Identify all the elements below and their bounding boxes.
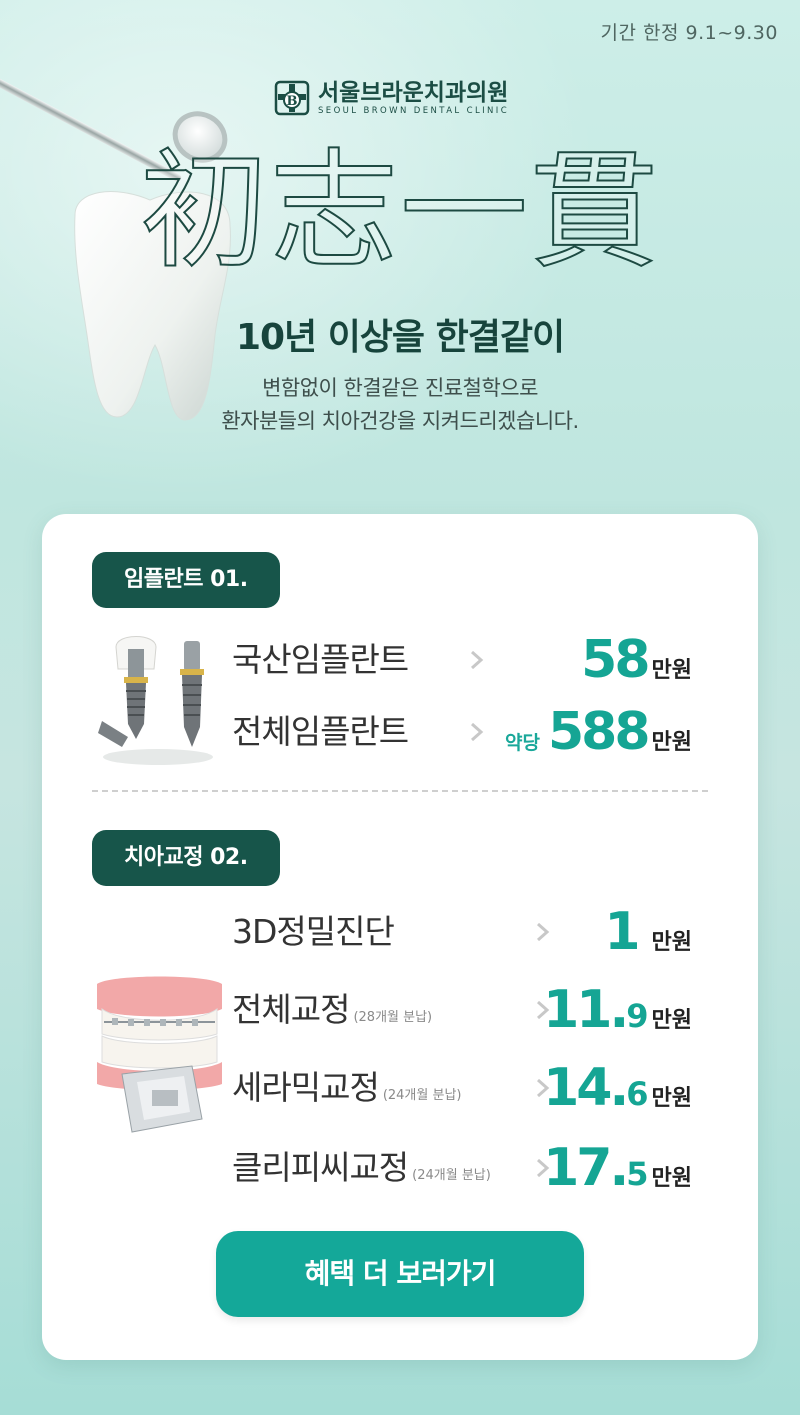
implant-item-name: 전체임플란트 [232,712,409,751]
implant-item-name: 국산임플란트 [232,640,409,679]
clinic-name-english: SEOUL BROWN DENTAL CLINIC [318,106,510,116]
implant-row-full[interactable]: 전체임플란트 약당 588 만원 [42,702,758,762]
implant-price: 약당 588 만원 [505,702,692,762]
description-line-2: 환자분들의 치아건강을 지켜드리겠습니다. [221,409,579,433]
description-line-1: 변함없이 한결같은 진료철학으로 [262,376,538,400]
promo-page: 기간 한정 9.1~9.30 B 서울브라운치과의원 SEOUL BROWN D… [0,0,800,1415]
price-value: 588 [547,702,651,762]
headline: 10년 이상을 한결같이 [235,317,565,358]
ortho-row-ceramic[interactable]: 세라믹교정 (24개월 분납) 14. 6 만원 [42,1058,758,1118]
ortho-price: 14. 6 만원 [543,1058,692,1118]
ortho-item-title: 3D정밀진단 [232,912,395,951]
ortho-row-diagnosis[interactable]: 3D정밀진단 1 만원 [42,902,758,962]
price-unit: 만원 [651,658,692,683]
hanja-title: 初志一貫 [139,136,660,287]
price-card: 임플란트 01. 국산임플란트 58 만원 전체임플란트 약당 588 만원 치… [42,514,758,1360]
price-decimal: 5 [626,1155,648,1193]
price-decimal: 6 [626,1075,648,1113]
ortho-row-full[interactable]: 전체교정 (28개월 분납) 11. 9 만원 [42,980,758,1040]
period-label: 기간 한정 9.1~9.30 [600,22,778,44]
ortho-item-title: 세라믹교정 [232,1068,380,1107]
ortho-item-name: 3D정밀진단 [232,902,395,962]
installment-note: (24개월 분납) [382,1088,462,1103]
implant-badge: 임플란트 01. [92,552,280,608]
chevron-right-icon [471,650,484,670]
ortho-row-clippy[interactable]: 클리피씨교정 (24개월 분납) 17. 5 만원 [42,1138,758,1198]
clinic-name: 서울브라운치과의원 [318,80,509,106]
price-value: 14. [543,1058,629,1118]
price-unit: 만원 [651,930,692,955]
price-value: 17. [543,1138,629,1198]
clinic-logo: B 서울브라운치과의원 SEOUL BROWN DENTAL CLINIC [274,80,509,116]
svg-text:B: B [287,94,298,109]
ortho-item-title: 전체교정 [232,990,350,1029]
ortho-price: 17. 5 만원 [543,1138,692,1198]
price-unit: 만원 [651,730,692,755]
price-value: 11. [543,980,629,1040]
price-unit: 만원 [651,1166,692,1191]
clinic-logo-icon: B [274,80,310,116]
ortho-item-name: 전체교정 (28개월 분납) [232,980,432,1048]
description: 변함없이 한결같은 진료철학으로 환자분들의 치아건강을 지켜드리겠습니다. [0,372,800,438]
price-unit: 만원 [651,1086,692,1111]
ortho-price: 11. 9 만원 [543,980,692,1040]
price-prefix: 약당 [505,732,540,754]
section-divider [92,790,708,792]
installment-note: (24개월 분납) [412,1168,491,1183]
chevron-right-icon [471,722,484,742]
price-value: 58 [581,630,650,690]
price-decimal: 9 [626,997,648,1035]
price-unit: 만원 [651,1008,692,1033]
chevron-right-icon [537,922,550,942]
ortho-price: 1 만원 [604,902,692,962]
installment-note: (28개월 분납) [353,1010,433,1025]
implant-price: 58 만원 [581,630,692,690]
ortho-item-name: 클리피씨교정 (24개월 분납) [232,1138,491,1206]
price-value: 1 [604,902,640,962]
implant-row-domestic[interactable]: 국산임플란트 58 만원 [42,630,758,690]
ortho-badge: 치아교정 02. [92,830,280,886]
ortho-item-name: 세라믹교정 (24개월 분납) [232,1058,461,1126]
ortho-item-title: 클리피씨교정 [232,1148,409,1187]
more-benefits-button[interactable]: 혜택 더 보러가기 [216,1231,584,1317]
